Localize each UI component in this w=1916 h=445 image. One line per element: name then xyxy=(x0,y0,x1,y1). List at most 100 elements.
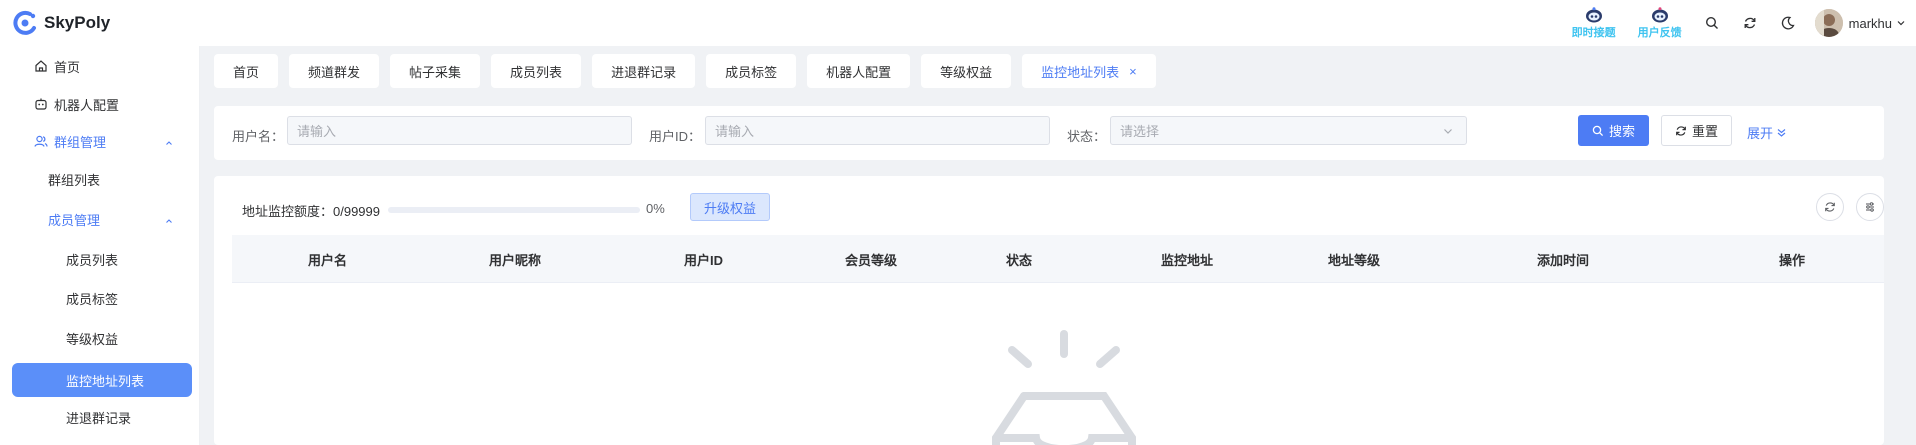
userid-label: 用户ID： xyxy=(649,129,702,144)
app-logo[interactable]: SkyPoly xyxy=(0,10,200,36)
chevron-up-icon xyxy=(164,136,174,151)
refresh-icon xyxy=(1824,201,1836,213)
quota-progress-bar xyxy=(388,207,640,213)
sidebar-item-label: 群组列表 xyxy=(48,172,101,188)
sidebar-item-member-list[interactable]: 成员列表 xyxy=(0,241,200,277)
refresh-icon[interactable] xyxy=(1731,0,1769,46)
sidebar-item-home[interactable]: 首页 xyxy=(0,48,200,84)
double-chevron-down-icon xyxy=(1776,127,1787,138)
tab-label: 成员标签 xyxy=(725,64,778,80)
sidebar-item-level-benefits[interactable]: 等级权益 xyxy=(0,320,200,356)
sidebar-item-join-leave-records[interactable]: 进退群记录 xyxy=(0,399,200,435)
robot-icon xyxy=(34,97,48,111)
tab-member-list[interactable]: 成员列表 xyxy=(491,54,582,88)
expand-label: 展开 xyxy=(1747,126,1774,141)
sidebar-item-label: 群组管理 xyxy=(54,134,107,150)
close-icon[interactable]: × xyxy=(1129,64,1137,79)
sidebar-item-group-list[interactable]: 群组列表 xyxy=(0,161,200,197)
column-header-nickname[interactable]: 用户昵称 xyxy=(489,250,541,269)
search-icon[interactable] xyxy=(1693,0,1731,46)
table-header: 用户名 用户昵称 用户ID 会员等级 状态 监控地址 地址等级 添加时间 操作 xyxy=(232,235,1884,283)
sidebar-item-label: 首页 xyxy=(54,59,81,75)
promo-instant[interactable]: 即时接题 xyxy=(1561,7,1627,39)
quota-label: 地址监控额度：0/99999 xyxy=(242,204,380,219)
tab-member-tags[interactable]: 成员标签 xyxy=(706,54,797,88)
top-header: SkyPoly 即时接题 用户反馈 markhu xyxy=(0,0,1916,46)
userid-placeholder: 请输入 xyxy=(715,124,755,139)
table-refresh-button[interactable] xyxy=(1816,193,1844,221)
tab-home[interactable]: 首页 xyxy=(214,54,279,88)
tab-label: 等级权益 xyxy=(940,64,993,80)
tab-label: 进退群记录 xyxy=(611,64,677,80)
tab-label: 首页 xyxy=(233,64,260,80)
avatar xyxy=(1814,9,1843,37)
user-menu[interactable]: markhu xyxy=(1814,9,1906,37)
search-button-label: 搜索 xyxy=(1608,124,1635,139)
search-icon xyxy=(1592,125,1604,137)
sidebar-item-label: 监控地址列表 xyxy=(66,373,145,389)
tab-channel-broadcast[interactable]: 频道群发 xyxy=(289,54,380,88)
username-input[interactable]: 请输入 xyxy=(287,116,632,145)
status-label: 状态： xyxy=(1067,129,1107,144)
users-icon xyxy=(34,134,48,148)
column-header-actions[interactable]: 操作 xyxy=(1779,250,1805,269)
column-header-status[interactable]: 状态 xyxy=(1006,250,1032,269)
promo-label: 用户反馈 xyxy=(1637,27,1682,39)
expand-toggle[interactable]: 展开 xyxy=(1747,123,1787,142)
upgrade-benefits-button[interactable]: 升级权益 xyxy=(690,193,770,221)
tab-post-collection[interactable]: 帖子采集 xyxy=(390,54,481,88)
sliders-icon xyxy=(1864,201,1876,213)
search-panel: 用户名： 请输入 用户ID： 请输入 状态： 请选择 搜索 重置 展开 xyxy=(214,106,1884,160)
column-header-username[interactable]: 用户名 xyxy=(308,250,347,269)
sidebar-item-label: 成员列表 xyxy=(66,252,119,268)
sidebar-item-group-management[interactable]: 群组管理 xyxy=(0,123,200,159)
tab-monitor-address-list[interactable]: 监控地址列表 × xyxy=(1022,54,1156,88)
quota-percent: 0% xyxy=(646,201,665,216)
tab-level-benefits[interactable]: 等级权益 xyxy=(921,54,1012,88)
sidebar-item-monitor-address-list[interactable]: 监控地址列表 xyxy=(12,363,192,397)
refresh-icon xyxy=(1675,125,1687,137)
chevron-down-icon xyxy=(1896,16,1906,31)
username-label: 用户名： xyxy=(232,129,285,144)
robot-icon xyxy=(1651,7,1669,26)
tab-robot-config[interactable]: 机器人配置 xyxy=(807,54,911,88)
app-name: SkyPoly xyxy=(44,13,111,32)
status-select[interactable]: 请选择 xyxy=(1110,116,1467,145)
tab-label: 监控地址列表 xyxy=(1041,64,1120,80)
column-header-monitor-address[interactable]: 监控地址 xyxy=(1161,250,1213,269)
sidebar-item-robot-config[interactable]: 机器人配置 xyxy=(0,86,200,122)
search-button[interactable]: 搜索 xyxy=(1578,115,1649,146)
empty-state-icon xyxy=(954,328,1174,445)
username-placeholder: 请输入 xyxy=(297,124,337,139)
tab-label: 频道群发 xyxy=(308,64,361,80)
tab-label: 成员列表 xyxy=(510,64,563,80)
promo-label: 即时接题 xyxy=(1571,27,1616,39)
moon-icon[interactable] xyxy=(1769,0,1807,46)
reset-button[interactable]: 重置 xyxy=(1661,115,1732,146)
tab-join-leave-records[interactable]: 进退群记录 xyxy=(592,54,696,88)
column-settings-button[interactable] xyxy=(1856,193,1884,221)
chevron-up-icon xyxy=(164,214,174,229)
sidebar-item-label: 等级权益 xyxy=(66,331,119,347)
sidebar-item-member-tags[interactable]: 成员标签 xyxy=(0,280,200,316)
sidebar-item-label: 进退群记录 xyxy=(66,410,132,426)
home-icon xyxy=(34,59,48,73)
tab-bar: 首页 频道群发 帖子采集 成员列表 进退群记录 成员标签 机器人配置 等级权益 … xyxy=(214,54,1167,90)
sidebar-item-label: 成员标签 xyxy=(66,291,119,307)
logo-icon xyxy=(12,10,38,36)
sidebar-item-member-management[interactable]: 成员管理 xyxy=(0,201,200,237)
sidebar: 首页 机器人配置 群组管理 群组列表 成员管理 成员列表 成员标签 等级权益 监… xyxy=(0,46,200,445)
promo-feedback[interactable]: 用户反馈 xyxy=(1627,7,1693,39)
column-header-userid[interactable]: 用户ID xyxy=(684,250,723,269)
user-name: markhu xyxy=(1848,15,1892,31)
column-header-added-time[interactable]: 添加时间 xyxy=(1537,250,1589,269)
chevron-down-icon xyxy=(1442,125,1454,140)
sidebar-item-label: 成员管理 xyxy=(48,212,101,228)
userid-input[interactable]: 请输入 xyxy=(705,116,1050,145)
status-placeholder: 请选择 xyxy=(1120,124,1160,139)
tab-label: 帖子采集 xyxy=(409,64,462,80)
column-header-member-level[interactable]: 会员等级 xyxy=(845,250,897,269)
column-header-address-level[interactable]: 地址等级 xyxy=(1328,250,1380,269)
sidebar-item-label: 机器人配置 xyxy=(54,97,120,113)
reset-button-label: 重置 xyxy=(1691,124,1718,139)
